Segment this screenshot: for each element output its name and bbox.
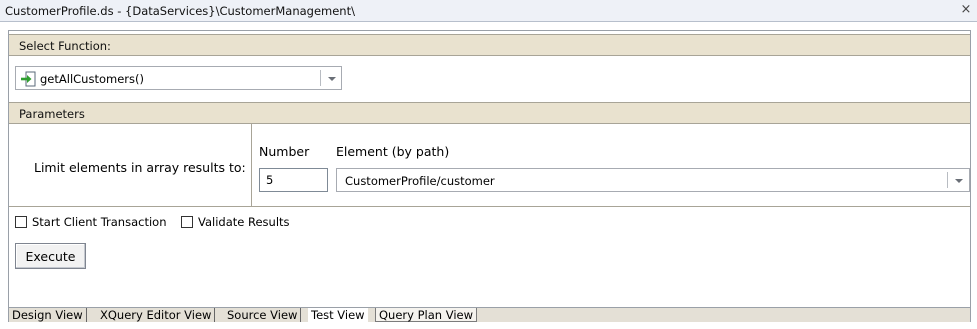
limit-elements-label: Limit elements in array results to: [34, 160, 246, 175]
tab-query-plan-view[interactable]: Query Plan View [375, 308, 478, 322]
tab-design-view[interactable]: Design View [9, 308, 87, 322]
chevron-down-icon[interactable] [326, 73, 338, 83]
element-path-select[interactable]: CustomerProfile/customer [336, 168, 970, 192]
tab-source-view[interactable]: Source View [224, 308, 302, 322]
window-title: CustomerProfile.ds - {DataServices}\Cust… [5, 4, 355, 18]
element-column-label: Element (by path) [336, 144, 450, 159]
number-column-label: Number [259, 144, 310, 159]
start-client-transaction-checkbox[interactable] [15, 216, 27, 228]
select-function-label: Select Function: [19, 39, 111, 53]
dropdown-divider [947, 172, 948, 188]
execute-button[interactable]: Execute [15, 243, 86, 269]
number-input[interactable] [259, 168, 328, 192]
tab-test-view[interactable]: Test View [308, 308, 368, 322]
start-client-transaction-label: Start Client Transaction [32, 215, 167, 229]
element-path-value: CustomerProfile/customer [345, 174, 495, 188]
function-select[interactable]: getAllCustomers() [15, 66, 342, 90]
chevron-down-icon[interactable] [953, 175, 965, 185]
selected-function: getAllCustomers() [40, 72, 144, 86]
validate-results-option[interactable]: Validate Results [181, 214, 290, 230]
validate-results-label: Validate Results [198, 215, 290, 229]
parameters-header: Parameters [9, 102, 970, 124]
limit-label-cell: Limit elements in array results to: [9, 124, 252, 207]
tab-xquery-editor-view[interactable]: XQuery Editor View [97, 308, 216, 322]
view-tabs: Design View XQuery Editor View Source Vi… [9, 307, 970, 322]
parameters-label: Parameters [19, 107, 85, 121]
dropdown-divider [320, 70, 321, 86]
window-titlebar: CustomerProfile.ds - {DataServices}\Cust… [0, 0, 977, 22]
start-client-transaction-option[interactable]: Start Client Transaction [15, 214, 167, 230]
validate-results-checkbox[interactable] [181, 216, 193, 228]
function-arrow-icon [20, 71, 36, 87]
select-function-header: Select Function: [9, 34, 970, 56]
close-icon[interactable]: × [959, 2, 973, 18]
